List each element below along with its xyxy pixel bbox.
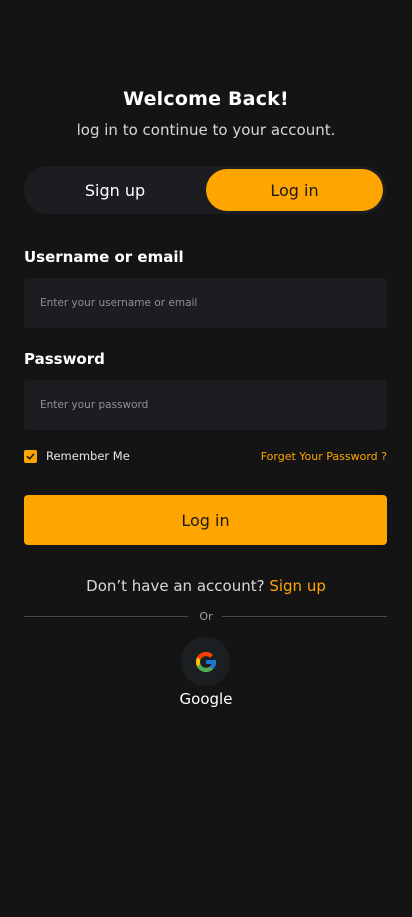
auth-mode-toggle: Sign up Log in xyxy=(24,166,386,214)
no-account-prompt: Don’t have an account? Sign up xyxy=(0,577,412,595)
checkmark-icon xyxy=(26,452,35,460)
remember-me-label: Remember Me xyxy=(46,449,130,463)
google-label: Google xyxy=(179,690,233,708)
username-label: Username or email xyxy=(24,248,184,266)
page-title: Welcome Back! xyxy=(123,88,289,110)
no-account-text: Don’t have an account? xyxy=(86,577,265,595)
sign-up-link[interactable]: Sign up xyxy=(269,577,326,595)
tab-log-in[interactable]: Log in xyxy=(206,169,383,211)
remember-me[interactable]: Remember Me xyxy=(24,449,130,463)
page-subtitle: log in to continue to your account. xyxy=(76,121,336,139)
remember-me-checkbox[interactable] xyxy=(24,449,37,463)
password-label: Password xyxy=(24,350,105,368)
google-logo-icon xyxy=(195,651,216,672)
username-input[interactable] xyxy=(24,278,387,328)
google-sign-in-button[interactable] xyxy=(181,637,230,686)
divider-right xyxy=(222,616,387,617)
log-in-button[interactable]: Log in xyxy=(24,495,387,545)
forgot-password-link[interactable]: Forget Your Password ? xyxy=(261,450,387,463)
password-input[interactable] xyxy=(24,380,387,430)
tab-sign-up[interactable]: Sign up xyxy=(27,169,203,211)
